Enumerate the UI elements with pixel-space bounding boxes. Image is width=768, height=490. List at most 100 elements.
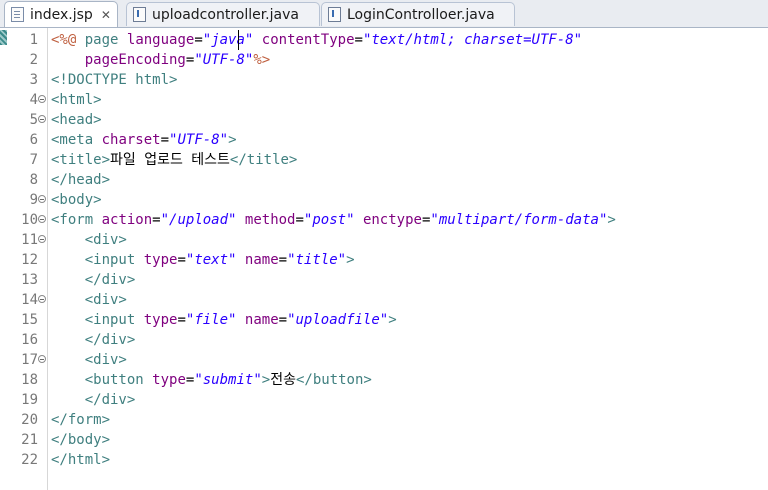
- editor-tab-bar: index.jsp ✕ uploadcontroller.java LoginC…: [0, 0, 768, 28]
- code-token: >: [607, 212, 616, 228]
- code-line[interactable]: 14 <div>: [0, 290, 768, 310]
- line-number: 15: [21, 312, 38, 328]
- line-number: 11: [21, 232, 38, 248]
- code-text: </form>: [51, 410, 110, 430]
- close-icon[interactable]: ✕: [101, 8, 111, 22]
- code-line[interactable]: 1 <%@ page language="java" contentType="t…: [0, 30, 768, 50]
- code-line[interactable]: 7 <title>파일 업로드 테스트</title>: [0, 150, 768, 170]
- code-token: </button>: [295, 372, 372, 388]
- fold-toggle-icon[interactable]: [38, 355, 46, 363]
- line-number: 6: [29, 132, 38, 148]
- code-text: <!DOCTYPE html>: [51, 70, 177, 90]
- code-token: "/upload": [160, 212, 237, 228]
- code-text: </html>: [51, 450, 110, 470]
- tab-index-jsp[interactable]: index.jsp ✕: [4, 1, 118, 27]
- code-token: <%@: [51, 32, 77, 48]
- code-line[interactable]: 6 <meta charset="UTF-8">: [0, 130, 768, 150]
- code-line[interactable]: 15 <input type="file" name="uploadfile">: [0, 310, 768, 330]
- code-token: <html>: [51, 92, 102, 108]
- code-token: >: [169, 72, 178, 88]
- code-token: 전송: [270, 372, 296, 388]
- line-number: 14: [21, 292, 38, 308]
- code-token: <div>: [84, 292, 127, 308]
- text-caret: [238, 30, 239, 50]
- fold-toggle-icon[interactable]: [38, 295, 46, 303]
- code-token: </body>: [51, 432, 111, 448]
- code-line[interactable]: 3 <!DOCTYPE html>: [0, 70, 768, 90]
- code-editor[interactable]: 1 <%@ page language="java" contentType="t…: [0, 28, 768, 490]
- code-line[interactable]: 19 </div>: [0, 390, 768, 410]
- tab-uploadcontroller-java[interactable]: uploadcontroller.java: [126, 2, 320, 26]
- code-line[interactable]: 9 <body>: [0, 190, 768, 210]
- code-token: type: [152, 372, 186, 388]
- code-token: "multipart/form-data": [430, 212, 608, 228]
- code-token: method: [244, 212, 296, 228]
- tab-logincontrolloer-java[interactable]: LoginControlloer.java: [321, 2, 515, 26]
- line-number: 20: [21, 412, 38, 428]
- code-token: =: [194, 32, 203, 48]
- code-token: "UTF-8": [169, 132, 229, 148]
- code-text: <div>: [51, 230, 127, 250]
- fold-toggle-icon[interactable]: [38, 95, 46, 103]
- code-line[interactable]: 16 </div>: [0, 330, 768, 350]
- code-text: </div>: [51, 330, 136, 350]
- code-line[interactable]: 8 </head>: [0, 170, 768, 190]
- code-line[interactable]: 4 <html>: [0, 90, 768, 110]
- code-token: "post": [303, 212, 355, 228]
- code-line[interactable]: 20 </form>: [0, 410, 768, 430]
- tab-label: uploadcontroller.java: [152, 6, 299, 23]
- code-line[interactable]: 17 <div>: [0, 350, 768, 370]
- code-line[interactable]: 22 </html>: [0, 450, 768, 470]
- code-text: <%@ page language="java" contentType="te…: [51, 30, 582, 50]
- code-token: </html>: [51, 452, 111, 468]
- code-line[interactable]: 18 <button type="submit">전송</button>: [0, 370, 768, 390]
- code-token: 파일 업로드 테스트: [110, 152, 230, 168]
- line-number: 7: [29, 152, 38, 168]
- code-token: </form>: [51, 412, 111, 428]
- code-token: </div>: [84, 272, 136, 288]
- line-number: 5: [29, 112, 38, 128]
- line-number: 3: [29, 72, 38, 88]
- code-line[interactable]: 13 </div>: [0, 270, 768, 290]
- code-text: <meta charset="UTF-8">: [51, 130, 237, 150]
- fold-toggle-icon[interactable]: [38, 235, 46, 243]
- code-token: =: [177, 252, 186, 268]
- code-token: name: [244, 312, 279, 328]
- code-line[interactable]: 2 pageEncoding="UTF-8"%>: [0, 50, 768, 70]
- code-line[interactable]: 11 <div>: [0, 230, 768, 250]
- code-line[interactable]: 12 <input type="text" name="title">: [0, 250, 768, 270]
- line-number: 17: [21, 352, 38, 368]
- code-token: html: [135, 72, 170, 88]
- code-token: =: [295, 212, 304, 228]
- fold-toggle-icon[interactable]: [38, 215, 46, 223]
- code-line[interactable]: 21 </body>: [0, 430, 768, 450]
- code-token: <input: [84, 252, 136, 268]
- code-token: "text": [185, 252, 237, 268]
- line-number: 9: [29, 192, 38, 208]
- code-line[interactable]: 5 <head>: [0, 110, 768, 130]
- fold-toggle-icon[interactable]: [38, 195, 46, 203]
- fold-toggle-icon[interactable]: [38, 115, 46, 123]
- line-number: 18: [21, 372, 38, 388]
- code-token: "uploadfile": [287, 312, 389, 328]
- code-token: "file": [185, 312, 237, 328]
- code-line[interactable]: 10 <form action="/upload" method="post" e…: [0, 210, 768, 230]
- line-number: 12: [21, 252, 38, 268]
- line-number: 4: [29, 92, 38, 108]
- code-token: type: [143, 252, 178, 268]
- code-text: </div>: [51, 270, 136, 290]
- code-token: page: [84, 32, 119, 48]
- code-text: <head>: [51, 110, 102, 130]
- code-token: <head>: [51, 112, 102, 128]
- line-number: 8: [29, 172, 38, 188]
- code-token: charset: [101, 132, 161, 148]
